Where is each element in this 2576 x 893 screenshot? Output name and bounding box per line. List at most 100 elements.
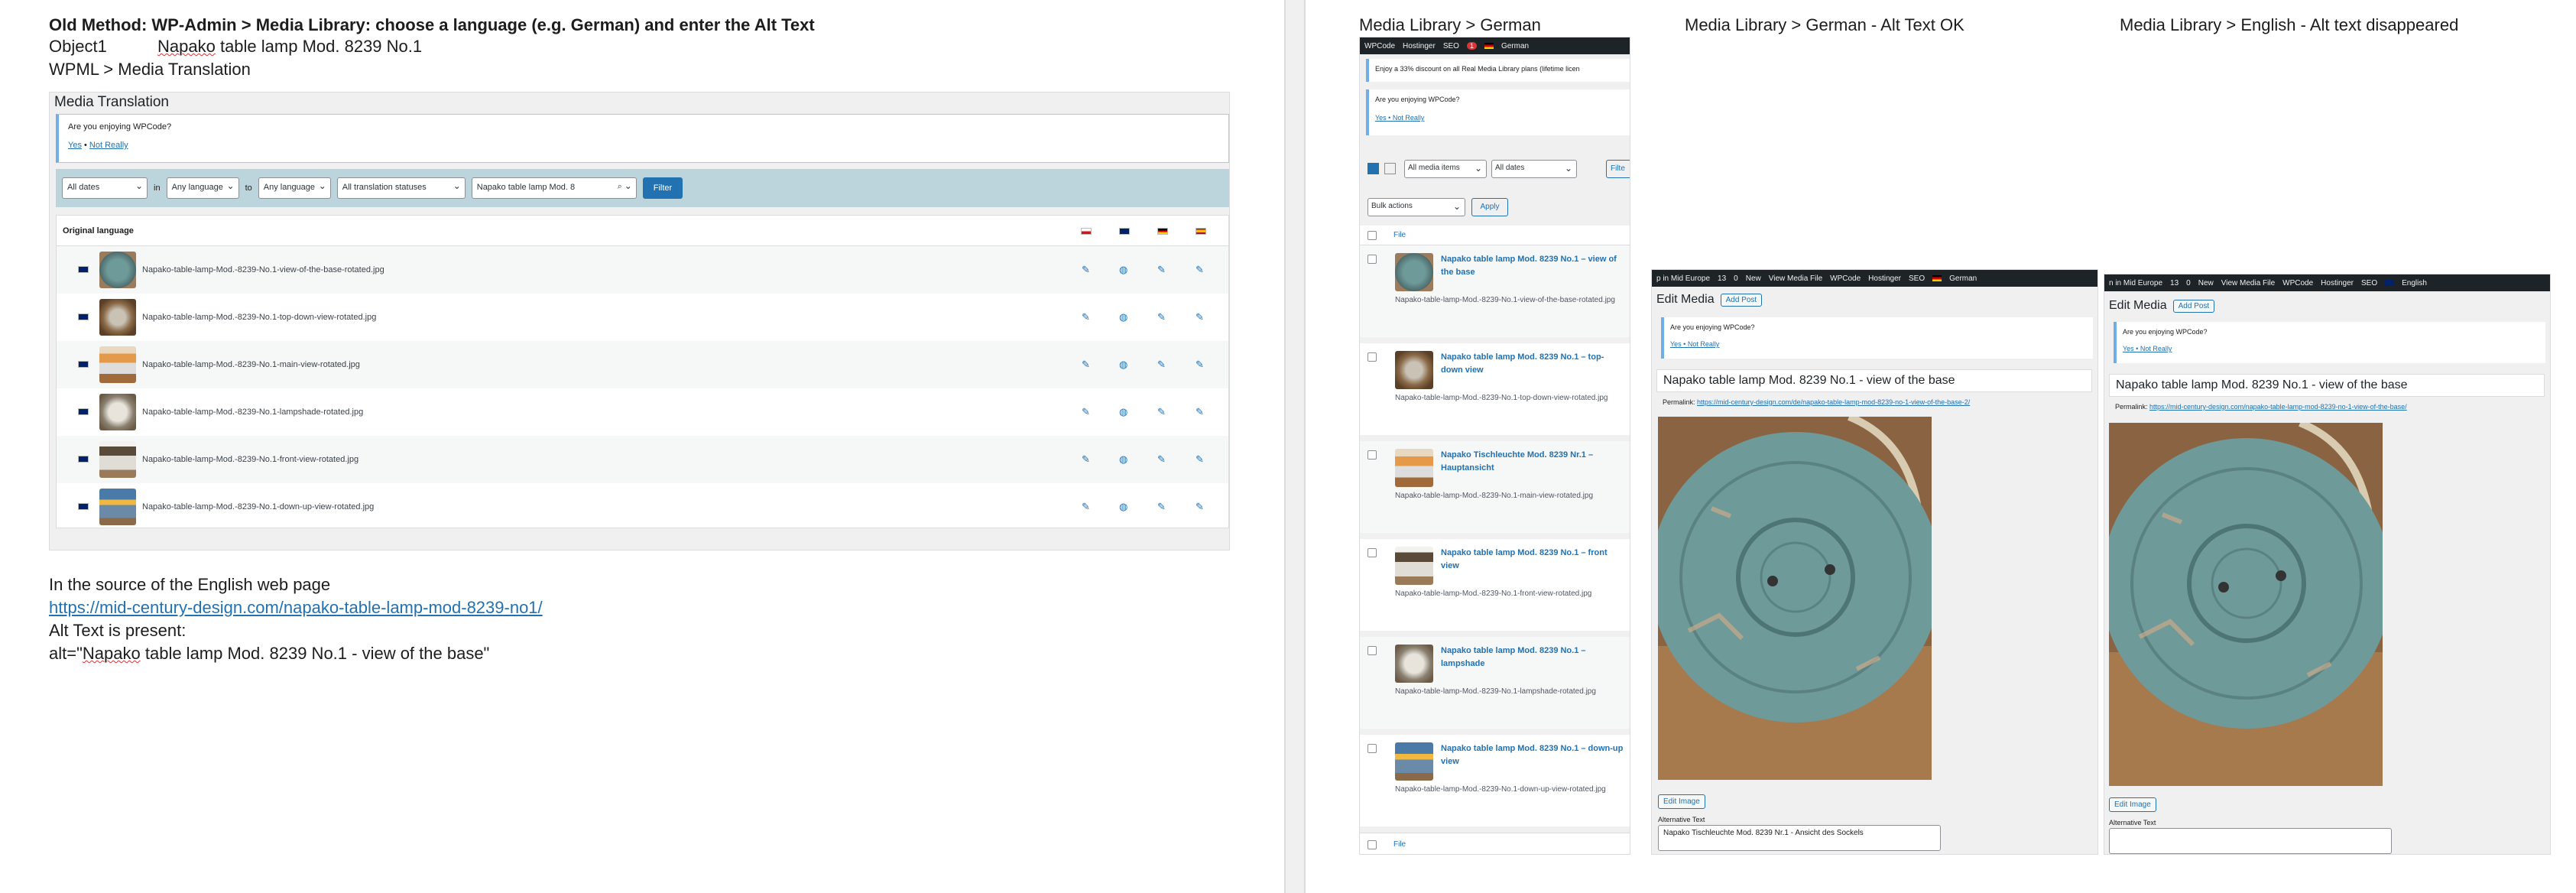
bulk-actions-select[interactable]: Bulk actions (1367, 198, 1465, 216)
dates-select[interactable]: All dates (1491, 160, 1577, 178)
item-checkbox[interactable] (1367, 548, 1377, 557)
alt-present-note: Alt Text is present: (49, 621, 187, 640)
pencil-icon[interactable]: ✎ (1157, 311, 1166, 323)
adminbar-item[interactable]: View Media File (1769, 274, 1822, 283)
flag-en-icon (2385, 280, 2395, 286)
grid-view-icon[interactable] (1384, 163, 1396, 174)
adminbar-item[interactable]: WPCode (2282, 279, 2313, 287)
adminbar-item[interactable]: SEO (2361, 279, 2377, 287)
list-view-icon[interactable] (1367, 163, 1379, 174)
pencil-icon[interactable]: ✎ (1157, 453, 1166, 466)
pencil-icon[interactable]: ✎ (1157, 359, 1166, 371)
adminbar-item[interactable]: New (1746, 274, 1761, 283)
pencil-icon[interactable]: ✎ (1196, 453, 1204, 466)
pencil-icon[interactable]: ✎ (1082, 453, 1090, 466)
adminbar-item[interactable]: WPCode (1830, 274, 1861, 283)
from-language-select[interactable]: Any language (166, 177, 239, 199)
pencil-icon[interactable]: ✎ (1196, 359, 1204, 371)
notice-links[interactable]: Yes • Not Really (2123, 345, 2539, 352)
edit-image-button[interactable]: Edit Image (1658, 794, 1705, 809)
wpcode-notice: Are you enjoying WPCode? Yes • Not Reall… (1366, 89, 1630, 135)
adminbar-item[interactable]: Hostinger (1403, 42, 1436, 50)
pencil-icon[interactable]: ✎ (1157, 406, 1166, 418)
in-label: in (154, 183, 161, 193)
adminbar-item[interactable]: New (2198, 279, 2214, 287)
globe-icon[interactable]: ◍ (1119, 453, 1127, 466)
adminbar-item[interactable]: Hostinger (1868, 274, 1901, 283)
filter-button[interactable]: Filter (642, 177, 683, 199)
adminbar-item[interactable]: 0 (2186, 279, 2191, 287)
adminbar-item[interactable]: 13 (2170, 279, 2179, 287)
item-checkbox[interactable] (1367, 352, 1377, 362)
permalink-link[interactable]: https://mid-century-design.com/de/napako… (1697, 398, 1970, 406)
item-checkbox[interactable] (1367, 450, 1377, 459)
adminbar-item[interactable]: WPCode (1364, 42, 1395, 50)
pencil-icon[interactable]: ✎ (1157, 264, 1166, 276)
admin-bar: WPCode Hostinger SEO 1 German (1360, 37, 1630, 54)
item-checkbox[interactable] (1367, 744, 1377, 753)
file-column-footer[interactable]: File (1393, 840, 1406, 849)
item-title-link[interactable]: Napako Tischleuchte Mod. 8239 Nr.1 – Hau… (1441, 449, 1624, 475)
item-title-link[interactable]: Napako table lamp Mod. 8239 No.1 – down-… (1441, 742, 1624, 768)
pencil-icon[interactable]: ✎ (1157, 501, 1166, 513)
pencil-icon[interactable]: ✎ (1082, 501, 1090, 513)
permalink: Permalink: https://mid-century-design.co… (1663, 398, 1970, 406)
pencil-icon[interactable]: ✎ (1082, 359, 1090, 371)
alt-text-field[interactable]: Napako Tischleuchte Mod. 8239 Nr.1 - Ans… (1658, 825, 1941, 851)
globe-icon[interactable]: ◍ (1119, 406, 1127, 418)
alt-word: Napako (82, 644, 141, 663)
media-title-input[interactable]: Napako table lamp Mod. 8239 No.1 - view … (2109, 374, 2545, 397)
search-input[interactable]: Napako table lamp Mod. 8 ⌕ (471, 177, 637, 199)
pencil-icon[interactable]: ✎ (1082, 311, 1090, 323)
flag-de-icon (1484, 43, 1494, 49)
filter-button[interactable]: Filte (1606, 160, 1630, 178)
media-title-input[interactable]: Napako table lamp Mod. 8239 No.1 - view … (1656, 369, 2092, 392)
globe-icon[interactable]: ◍ (1119, 264, 1127, 276)
status-select[interactable]: All translation statuses (336, 177, 466, 199)
item-title-link[interactable]: Napako table lamp Mod. 8239 No.1 – lamps… (1441, 645, 1624, 671)
select-all-checkbox[interactable] (1367, 231, 1377, 240)
media-items-select[interactable]: All media items (1404, 160, 1487, 178)
pencil-icon[interactable]: ✎ (1196, 264, 1204, 276)
notice-yes-link[interactable]: Yes (68, 141, 82, 150)
dates-select[interactable]: All dates (62, 177, 148, 199)
select-all-checkbox[interactable] (1367, 840, 1377, 849)
adminbar-item[interactable]: View Media File (2221, 279, 2275, 287)
item-checkbox[interactable] (1367, 646, 1377, 655)
adminbar-item[interactable]: Hostinger (2321, 279, 2354, 287)
adminbar-item[interactable]: SEO (1443, 42, 1459, 50)
thumbnail-image (1395, 645, 1433, 683)
admin-bar: p in Mid Europe 13 0 New View Media File… (1652, 270, 2097, 287)
globe-icon[interactable]: ◍ (1119, 359, 1127, 371)
edit-image-button[interactable]: Edit Image (2109, 797, 2156, 812)
globe-icon[interactable]: ◍ (1119, 501, 1127, 513)
alt-text-field[interactable] (2109, 828, 2392, 854)
source-url-link[interactable]: https://mid-century-design.com/napako-ta… (49, 598, 543, 618)
to-language-select[interactable]: Any language (258, 177, 331, 199)
adminbar-item[interactable]: 0 (1734, 274, 1738, 283)
notice-links[interactable]: Yes • Not Really (1670, 340, 2087, 348)
item-title-link[interactable]: Napako table lamp Mod. 8239 No.1 – front… (1441, 547, 1624, 573)
pencil-icon[interactable]: ✎ (1196, 406, 1204, 418)
pencil-icon[interactable]: ✎ (1082, 264, 1090, 276)
thumbnail-image (1395, 547, 1433, 585)
apply-button[interactable]: Apply (1471, 198, 1508, 216)
add-post-button[interactable]: Add Post (1720, 293, 1763, 307)
pencil-icon[interactable]: ✎ (1196, 311, 1204, 323)
adminbar-item[interactable]: German (1501, 42, 1529, 50)
item-checkbox[interactable] (1367, 255, 1377, 264)
permalink-link[interactable]: https://mid-century-design.com/napako-ta… (2149, 403, 2407, 411)
notice-no-link[interactable]: Not Really (89, 141, 128, 150)
pencil-icon[interactable]: ✎ (1082, 406, 1090, 418)
pencil-icon[interactable]: ✎ (1196, 501, 1204, 513)
adminbar-item[interactable]: German (1949, 274, 1977, 283)
adminbar-item[interactable]: English (2402, 279, 2427, 287)
notice-links[interactable]: Yes • Not Really (1375, 114, 1624, 122)
item-title-link[interactable]: Napako table lamp Mod. 8239 No.1 – top-d… (1441, 351, 1624, 377)
add-post-button[interactable]: Add Post (2172, 299, 2215, 313)
adminbar-item[interactable]: SEO (1909, 274, 1925, 283)
file-column-header[interactable]: File (1393, 231, 1406, 239)
globe-icon[interactable]: ◍ (1119, 311, 1127, 323)
item-title-link[interactable]: Napako table lamp Mod. 8239 No.1 – view … (1441, 253, 1624, 279)
adminbar-item[interactable]: 13 (1718, 274, 1726, 283)
